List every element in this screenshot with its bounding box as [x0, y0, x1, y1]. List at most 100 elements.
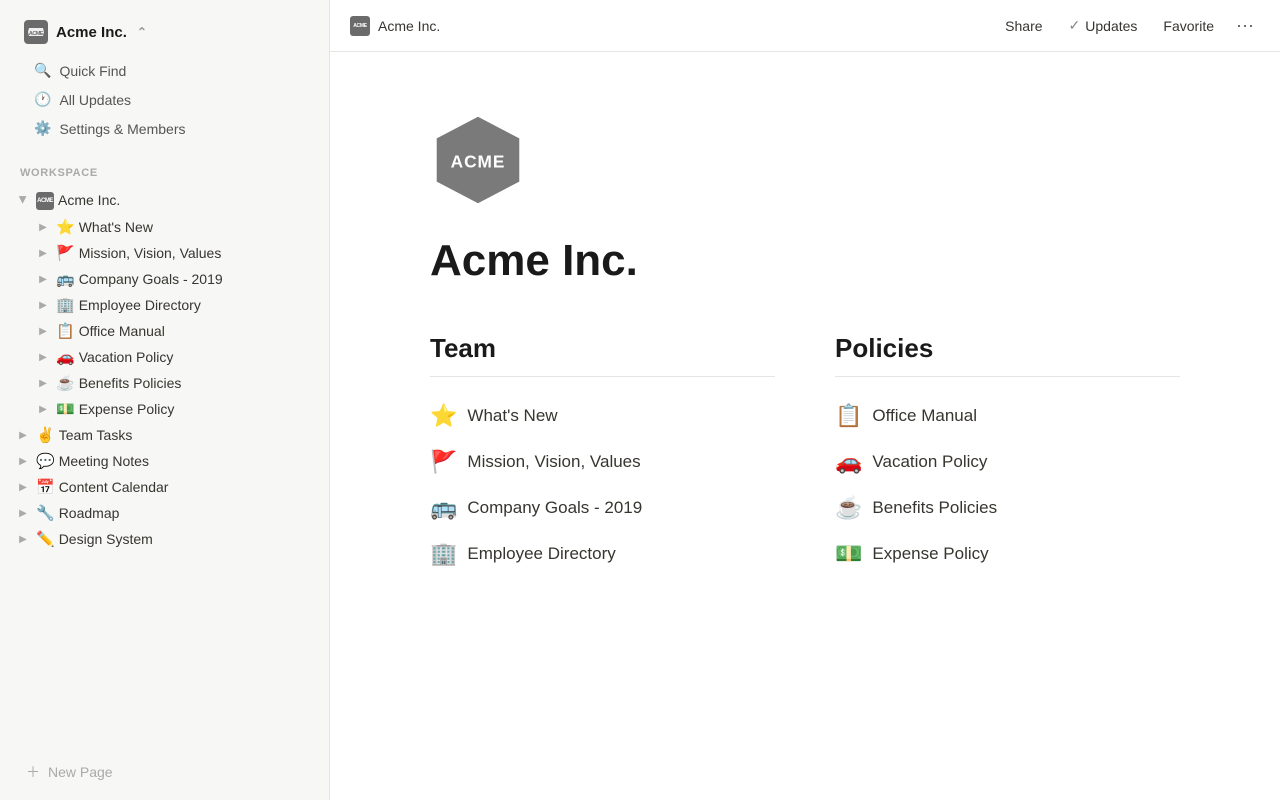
sidebar-footer: ＋ New Page	[0, 744, 329, 800]
policies-list: 📋 Office Manual 🚗 Vacation Policy ☕ Bene…	[835, 393, 1180, 577]
sidebar-item-design-system[interactable]: ▶ ✏️ Design System	[6, 526, 323, 552]
sidebar-item-label: Content Calendar	[59, 479, 315, 495]
sidebar-item-meeting-notes[interactable]: ▶ 💬 Meeting Notes	[6, 448, 323, 474]
policies-section-title: Policies	[835, 333, 1180, 377]
sidebar-item-label: Office Manual	[79, 323, 315, 339]
benefits-emoji: ☕	[56, 374, 75, 392]
sidebar-top: ACME Acme Inc. ⌃ 🔍 Quick Find 🕐 All Upda…	[0, 0, 329, 153]
clock-icon: 🕐	[34, 91, 51, 108]
list-item-label: What's New	[467, 406, 557, 426]
sidebar-item-label: What's New	[79, 219, 315, 235]
expand-icon[interactable]: ▶	[34, 296, 52, 314]
expand-icon[interactable]: ▶	[14, 452, 32, 470]
design-system-emoji: ✏️	[36, 530, 55, 548]
favorite-button[interactable]: Favorite	[1153, 13, 1224, 39]
sidebar-item-whats-new[interactable]: ▶ ⭐ What's New	[6, 214, 323, 240]
whats-new-icon: ⭐	[430, 403, 457, 429]
expand-icon[interactable]: ▶	[34, 348, 52, 366]
more-options-button[interactable]: ···	[1230, 11, 1260, 41]
expand-icon[interactable]: ▶	[14, 426, 32, 444]
vacation-policy-emoji: 🚗	[56, 348, 75, 366]
share-label: Share	[1005, 18, 1042, 34]
employee-dir-icon: 🏢	[430, 541, 457, 567]
expand-icon[interactable]: ▶	[14, 478, 32, 496]
updates-label: Updates	[1085, 18, 1137, 34]
sidebar-item-mission[interactable]: ▶ 🚩 Mission, Vision, Values	[6, 240, 323, 266]
list-item-label: Vacation Policy	[872, 452, 987, 472]
topbar-breadcrumb: ACME Acme Inc.	[350, 16, 440, 36]
benefits-icon: ☕	[835, 495, 862, 521]
workspace-logo: ACME	[24, 20, 48, 44]
list-item[interactable]: 🚩 Mission, Vision, Values	[430, 439, 775, 485]
list-item[interactable]: 📋 Office Manual	[835, 393, 1180, 439]
list-item[interactable]: ⭐ What's New	[430, 393, 775, 439]
list-item-label: Mission, Vision, Values	[467, 452, 640, 472]
acme-hexagon-icon: ACME	[430, 112, 526, 208]
sidebar-item-benefits[interactable]: ▶ ☕ Benefits Policies	[6, 370, 323, 396]
topbar-actions: Share ✓ Updates Favorite ···	[995, 11, 1260, 41]
team-section-title: Team	[430, 333, 775, 377]
list-item[interactable]: ☕ Benefits Policies	[835, 485, 1180, 531]
new-page-label: New Page	[48, 764, 113, 780]
share-button[interactable]: Share	[995, 13, 1052, 39]
sidebar: ACME Acme Inc. ⌃ 🔍 Quick Find 🕐 All Upda…	[0, 0, 330, 800]
sidebar-item-label: Acme Inc.	[58, 192, 315, 208]
sidebar-item-company-goals[interactable]: ▶ 🚌 Company Goals - 2019	[6, 266, 323, 292]
list-item[interactable]: 🚗 Vacation Policy	[835, 439, 1180, 485]
expand-icon[interactable]: ▶	[34, 322, 52, 340]
expand-icon[interactable]: ▶	[14, 504, 32, 522]
list-item-label: Company Goals - 2019	[467, 498, 642, 518]
all-updates-item[interactable]: 🕐 All Updates	[24, 85, 305, 114]
expand-icon[interactable]: ▶	[34, 270, 52, 288]
quick-find-item[interactable]: 🔍 Quick Find	[24, 56, 305, 85]
mission-icon: 🚩	[430, 449, 457, 475]
content-cal-emoji: 📅	[36, 478, 55, 496]
sidebar-nav: 🔍 Quick Find 🕐 All Updates ⚙️ Settings &…	[14, 52, 315, 147]
expand-icon[interactable]: ▶	[34, 244, 52, 262]
sidebar-item-content-calendar[interactable]: ▶ 📅 Content Calendar	[6, 474, 323, 500]
workspace-name: Acme Inc.	[56, 24, 127, 41]
chevron-down-icon: ⌃	[137, 25, 147, 39]
sidebar-item-label: Meeting Notes	[59, 453, 315, 469]
list-item[interactable]: 🚌 Company Goals - 2019	[430, 485, 775, 531]
gear-icon: ⚙️	[34, 120, 51, 137]
svg-text:ACME: ACME	[29, 31, 44, 37]
expand-icon[interactable]: ▶	[34, 218, 52, 236]
list-item-label: Benefits Policies	[872, 498, 997, 518]
sidebar-item-label: Expense Policy	[79, 401, 315, 417]
company-goals-icon: 🚌	[430, 495, 457, 521]
sidebar-item-vacation-policy[interactable]: ▶ 🚗 Vacation Policy	[6, 344, 323, 370]
list-item[interactable]: 💵 Expense Policy	[835, 531, 1180, 577]
updates-button[interactable]: ✓ Updates	[1059, 12, 1148, 39]
list-item-label: Employee Directory	[467, 544, 615, 564]
settings-label: Settings & Members	[59, 121, 185, 137]
sidebar-item-expense[interactable]: ▶ 💵 Expense Policy	[6, 396, 323, 422]
sidebar-item-roadmap[interactable]: ▶ 🔧 Roadmap	[6, 500, 323, 526]
new-page-button[interactable]: ＋ New Page	[16, 756, 313, 788]
expand-icon[interactable]: ▶	[34, 400, 52, 418]
list-item-label: Office Manual	[872, 406, 977, 426]
sidebar-item-team-tasks[interactable]: ▶ ✌️ Team Tasks	[6, 422, 323, 448]
search-icon: 🔍	[34, 62, 51, 79]
expand-icon[interactable]: ▶	[14, 191, 32, 209]
settings-item[interactable]: ⚙️ Settings & Members	[24, 114, 305, 143]
workspace-header[interactable]: ACME Acme Inc. ⌃	[14, 12, 315, 52]
sidebar-item-label: Mission, Vision, Values	[79, 245, 315, 261]
expand-icon[interactable]: ▶	[34, 374, 52, 392]
more-icon: ···	[1236, 15, 1254, 36]
sidebar-tree: ▶ ACME Acme Inc. ▶ ⭐ What's New ▶ 🚩 Miss…	[0, 185, 329, 552]
expand-icon[interactable]: ▶	[14, 530, 32, 548]
mission-emoji: 🚩	[56, 244, 75, 262]
sidebar-item-label: Team Tasks	[59, 427, 315, 443]
sidebar-item-acme-inc[interactable]: ▶ ACME Acme Inc.	[6, 185, 323, 214]
list-item[interactable]: 🏢 Employee Directory	[430, 531, 775, 577]
vacation-policy-icon: 🚗	[835, 449, 862, 475]
sidebar-item-label: Roadmap	[59, 505, 315, 521]
sidebar-item-label: Vacation Policy	[79, 349, 315, 365]
sidebar-item-employee-dir[interactable]: ▶ 🏢 Employee Directory	[6, 292, 323, 318]
sidebar-item-label: Company Goals - 2019	[79, 271, 315, 287]
sidebar-item-office-manual[interactable]: ▶ 📋 Office Manual	[6, 318, 323, 344]
expense-icon: 💵	[835, 541, 862, 567]
policies-column: Policies 📋 Office Manual 🚗 Vacation Poli…	[835, 333, 1180, 577]
office-manual-emoji: 📋	[56, 322, 75, 340]
